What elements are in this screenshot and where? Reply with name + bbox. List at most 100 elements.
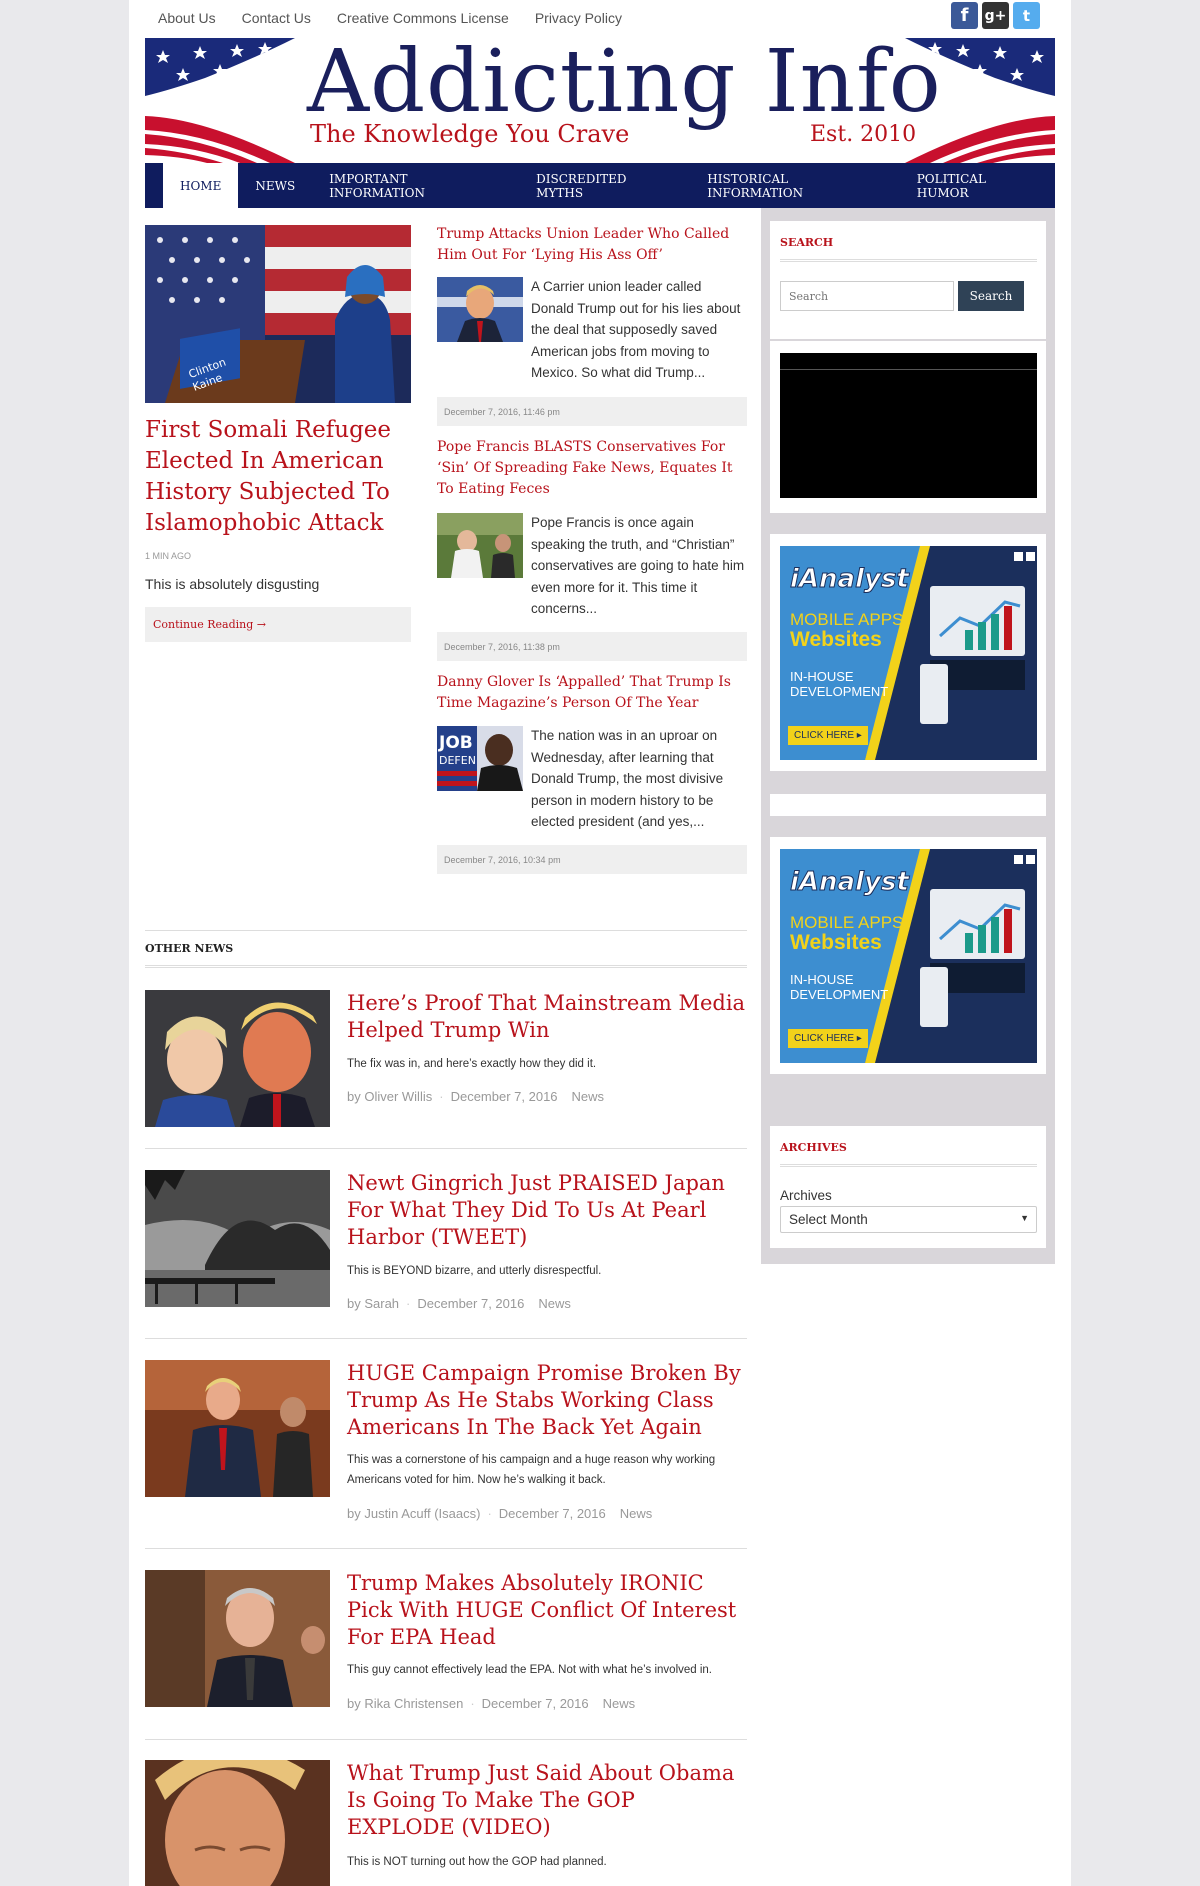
- site-banner[interactable]: Addicting Info The Knowledge You Crave E…: [145, 38, 1055, 163]
- news-author[interactable]: by Sarah: [347, 1296, 399, 1311]
- mid-post-thumbnail[interactable]: [437, 277, 523, 342]
- google-plus-icon[interactable]: g+: [982, 2, 1009, 29]
- video-player[interactable]: [780, 353, 1037, 498]
- mid-post-body: A Carrier union leader called Donald Tru…: [437, 277, 747, 397]
- news-category[interactable]: News: [572, 1089, 605, 1104]
- continue-reading-button[interactable]: Continue Reading →: [145, 607, 411, 642]
- mid-post-date: December 7, 2016, 11:46 pm: [437, 397, 747, 426]
- main-nav: HOME NEWS IMPORTANT INFORMATION DISCREDI…: [145, 163, 1055, 208]
- nav-item-discredited-myths[interactable]: DISCREDITED MYTHS: [519, 163, 690, 208]
- news-date: December 7, 2016: [481, 1696, 589, 1711]
- archives-widget-title: ARCHIVES: [780, 1141, 847, 1154]
- news-divider: [145, 1739, 747, 1740]
- mid-post: Danny Glover Is ‘Appalled’ That Trump Is…: [437, 672, 747, 714]
- news-divider: [145, 1548, 747, 1549]
- news-excerpt: This guy cannot effectively lead the EPA…: [347, 1664, 713, 1676]
- svg-text:JOB: JOB: [438, 733, 473, 753]
- news-thumbnail[interactable]: [145, 990, 330, 1127]
- mid-post-date: December 7, 2016, 11:38 pm: [437, 632, 747, 661]
- mid-post-date: December 7, 2016, 10:34 pm: [437, 845, 747, 874]
- news-thumbnail[interactable]: [145, 1170, 330, 1307]
- mid-post-title[interactable]: Danny Glover Is ‘Appalled’ That Trump Is…: [437, 672, 747, 714]
- archives-select[interactable]: Select Month ▼: [780, 1206, 1037, 1233]
- site-title: Addicting Info: [307, 38, 942, 132]
- news-thumbnail[interactable]: [145, 1760, 330, 1886]
- mid-post-title[interactable]: Trump Attacks Union Leader Who Called Hi…: [437, 224, 747, 266]
- search-button[interactable]: Search: [958, 281, 1024, 311]
- news-title[interactable]: What Trump Just Said About Obama Is Goin…: [347, 1760, 747, 1841]
- nav-item-news[interactable]: NEWS: [238, 163, 312, 208]
- nav-item-political-humor[interactable]: POLITICAL HUMOR: [900, 163, 1055, 208]
- mid-post-excerpt: A Carrier union leader called Donald Tru…: [531, 279, 741, 380]
- archives-widget: ARCHIVES Archives Select Month ▼: [770, 1126, 1046, 1248]
- news-meta: by Rika Christensen · December 7, 2016 News: [347, 1696, 636, 1711]
- ad-line3: IN-HOUSE: [790, 669, 854, 684]
- site-established: Est. 2010: [810, 122, 917, 147]
- news-author[interactable]: by Justin Acuff (Isaacs): [347, 1506, 480, 1521]
- ad-cta-button[interactable]: CLICK HERE ▸: [788, 1029, 868, 1048]
- news-title[interactable]: Newt Gingrich Just PRAISED Japan For Wha…: [347, 1170, 747, 1251]
- mid-post: Trump Attacks Union Leader Who Called Hi…: [437, 224, 747, 266]
- ad-banner[interactable]: iAnalyst MOBILE APPS Websites IN-HOUSE D…: [780, 546, 1037, 760]
- ad-brand: iAnalyst: [790, 867, 910, 898]
- ad-widget: iAnalyst MOBILE APPS Websites IN-HOUSE D…: [770, 837, 1046, 1074]
- news-thumbnail[interactable]: [145, 1570, 330, 1707]
- mid-post-title[interactable]: Pope Francis BLASTS Conservatives For ‘S…: [437, 437, 747, 500]
- search-input[interactable]: [780, 281, 954, 311]
- mid-post-body: Pope Francis is once again speaking the …: [437, 513, 747, 633]
- facebook-icon[interactable]: f: [951, 2, 978, 29]
- archives-select-value: Select Month: [789, 1212, 868, 1227]
- news-category[interactable]: News: [538, 1296, 571, 1311]
- creative-commons-link[interactable]: Creative Commons License: [337, 10, 509, 26]
- ad-line2: Websites: [790, 628, 882, 651]
- news-category[interactable]: News: [620, 1506, 653, 1521]
- news-excerpt: This was a cornerstone of his campaign a…: [347, 1454, 716, 1486]
- about-us-link[interactable]: About Us: [158, 10, 216, 26]
- news-excerpt: This is BEYOND bizarre, and utterly disr…: [347, 1265, 602, 1277]
- news-date: December 7, 2016: [417, 1296, 525, 1311]
- nav-item-important-information[interactable]: IMPORTANT INFORMATION: [312, 163, 519, 208]
- nav-item-home[interactable]: HOME: [163, 163, 239, 208]
- ad-line4: DEVELOPMENT: [790, 987, 889, 1002]
- widget-divider: [780, 1164, 1037, 1167]
- news-thumbnail[interactable]: [145, 1360, 330, 1497]
- flag-left-decoration: [145, 38, 295, 163]
- news-divider: [145, 1148, 747, 1149]
- news-author[interactable]: by Oliver Willis: [347, 1089, 432, 1104]
- sidebar: SEARCH Search Search iAnalyst MOBILE APP…: [761, 208, 1055, 1264]
- mid-post-thumbnail[interactable]: [437, 513, 523, 578]
- featured-image[interactable]: Clinton Kaine: [145, 225, 411, 403]
- nav-item-historical-information[interactable]: HISTORICAL INFORMATION: [690, 163, 899, 208]
- ad-banner[interactable]: iAnalyst MOBILE APPS Websites IN-HOUSE D…: [780, 849, 1037, 1063]
- other-news-heading: OTHER NEWS: [145, 942, 234, 955]
- other-news-divider: [145, 930, 747, 931]
- widget-divider: [780, 259, 1037, 262]
- ad-cta-button[interactable]: CLICK HERE ▸: [788, 726, 868, 745]
- video-widget: [770, 341, 1046, 513]
- privacy-policy-link[interactable]: Privacy Policy: [535, 10, 622, 26]
- news-title[interactable]: HUGE Campaign Promise Broken By Trump As…: [347, 1360, 747, 1441]
- social-links: f g+ t: [951, 2, 1040, 29]
- news-title[interactable]: Trump Makes Absolutely IRONIC Pick With …: [347, 1570, 747, 1651]
- mid-post: Pope Francis BLASTS Conservatives For ‘S…: [437, 437, 747, 500]
- news-author[interactable]: by Rika Christensen: [347, 1696, 463, 1711]
- page: About Us Contact Us Creative Commons Lic…: [129, 0, 1071, 1886]
- twitter-icon[interactable]: t: [1013, 2, 1040, 29]
- news-item: What Trump Just Said About Obama Is Goin…: [145, 1760, 747, 1886]
- featured-excerpt: This is absolutely disgusting: [145, 576, 320, 592]
- site-tagline: The Knowledge You Crave: [310, 120, 630, 148]
- chevron-down-icon: ▼: [1020, 1213, 1029, 1223]
- news-meta: by Sarah · December 7, 2016 News: [347, 1296, 571, 1311]
- news-item: Trump Makes Absolutely IRONIC Pick With …: [145, 1570, 747, 1720]
- news-category[interactable]: News: [603, 1696, 636, 1711]
- featured-title[interactable]: First Somali Refugee Elected In American…: [145, 415, 411, 539]
- ad-line1: MOBILE APPS: [790, 610, 904, 629]
- archives-label: Archives: [780, 1188, 832, 1203]
- svg-text:DEFEN: DEFEN: [439, 754, 476, 767]
- mid-post-excerpt: Pope Francis is once again speaking the …: [531, 515, 745, 616]
- news-title[interactable]: Here’s Proof That Mainstream Media Helpe…: [347, 990, 747, 1044]
- mid-post-thumbnail[interactable]: JOB DEFEN: [437, 726, 523, 791]
- contact-us-link[interactable]: Contact Us: [242, 10, 311, 26]
- search-widget: SEARCH Search: [770, 221, 1046, 339]
- ad-line3: IN-HOUSE: [790, 972, 854, 987]
